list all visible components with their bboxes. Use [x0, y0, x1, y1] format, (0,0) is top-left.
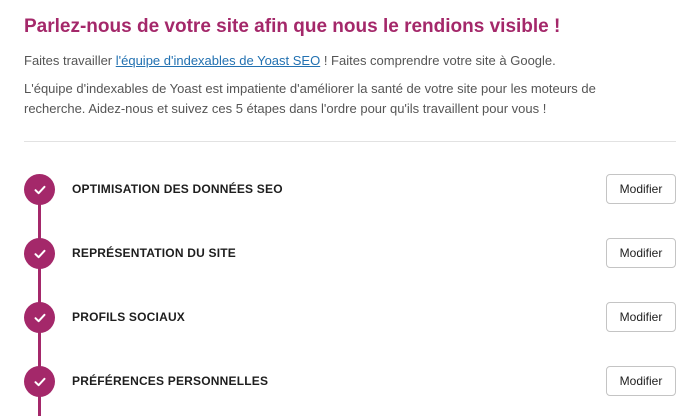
divider: [24, 141, 676, 142]
intro-text: Faites travailler l'équipe d'indexables …: [24, 53, 556, 68]
intro-prefix: Faites travailler: [24, 53, 116, 68]
edit-step-button[interactable]: Modifier: [606, 174, 676, 204]
step-label: OPTIMISATION DES DONNÉES SEO: [72, 182, 283, 196]
step-site-representation: REPRÉSENTATION DU SITE Modifier: [24, 238, 676, 270]
step-completed-checkmark-icon: [24, 302, 55, 333]
step-completed-checkmark-icon: [24, 174, 55, 205]
page-title: Parlez-nous de votre site afin que nous …: [24, 16, 561, 37]
step-seo-data-optimization: OPTIMISATION DES DONNÉES SEO Modifier: [24, 174, 676, 206]
edit-step-button[interactable]: Modifier: [606, 238, 676, 268]
step-completed-checkmark-icon: [24, 238, 55, 269]
edit-step-button[interactable]: Modifier: [606, 302, 676, 332]
step-label: REPRÉSENTATION DU SITE: [72, 246, 236, 260]
indexables-team-link[interactable]: l'équipe d'indexables de Yoast SEO: [116, 53, 320, 68]
step-social-profiles: PROFILS SOCIAUX Modifier: [24, 302, 676, 334]
edit-step-button[interactable]: Modifier: [606, 366, 676, 396]
step-label: PROFILS SOCIAUX: [72, 310, 186, 324]
intro-suffix: ! Faites comprendre votre site à Google.: [320, 53, 556, 68]
step-label: PRÉFÉRENCES PERSONNELLES: [72, 374, 269, 388]
step-completed-checkmark-icon: [24, 366, 55, 397]
step-personal-preferences: PRÉFÉRENCES PERSONNELLES Modifier: [24, 366, 676, 398]
description-text: L'équipe d'indexables de Yoast est impat…: [24, 81, 596, 116]
